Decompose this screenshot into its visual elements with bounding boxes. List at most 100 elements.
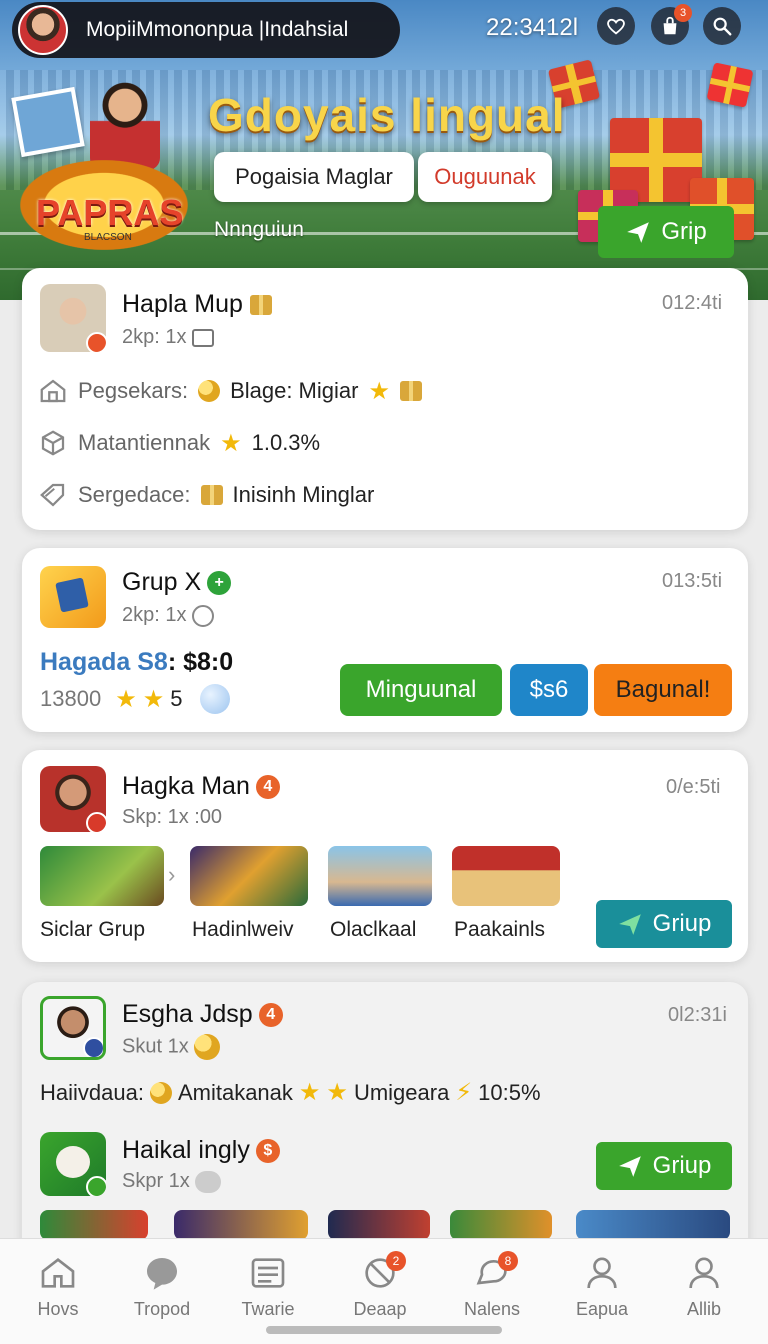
nav-item-list[interactable]: Twarie xyxy=(220,1253,316,1320)
info-row: Haiivdaua: Amitakanak ★ ★ Umigeara ⚡ 10:5… xyxy=(40,1078,541,1107)
count-value: 13800 xyxy=(40,686,102,711)
bagunal-button[interactable]: Bagunal! xyxy=(594,664,732,716)
game-tile-image[interactable] xyxy=(174,1210,308,1240)
send-icon xyxy=(618,1156,641,1177)
game-tile-image[interactable] xyxy=(40,846,164,906)
hijab-woman-avatar xyxy=(40,284,106,352)
segment-right-button[interactable]: Ouguunak xyxy=(418,152,552,202)
gift-box-icon xyxy=(706,62,754,108)
photo-card-image xyxy=(11,86,85,158)
info-row: Matantiennak ★ 1.0.3% xyxy=(38,428,320,458)
heart-button[interactable] xyxy=(597,7,635,45)
card-time: 0/e:5ti xyxy=(666,776,721,798)
info-label: Matantiennak xyxy=(78,430,211,455)
card4-griup-button[interactable]: Griup xyxy=(596,1142,732,1190)
home-indicator[interactable] xyxy=(266,1326,502,1334)
price-button[interactable]: $s6 xyxy=(510,664,588,716)
heart-icon xyxy=(607,18,625,35)
game-cube-icon xyxy=(55,577,89,613)
nav-item-deals[interactable]: 2 Deaap xyxy=(332,1251,428,1320)
treasure-box-icon xyxy=(399,381,422,401)
status-icon xyxy=(86,1176,106,1196)
game-tile-image[interactable] xyxy=(190,846,308,906)
nav-item-account[interactable]: Allib xyxy=(656,1253,752,1320)
search-icon xyxy=(713,17,732,36)
card-time: 0l2:31i xyxy=(668,1004,727,1026)
minguunal-button[interactable]: Minguunal xyxy=(340,664,502,716)
info-row: Sergedace: Inisinh Minglar xyxy=(38,480,374,510)
card-subtitle: 2kp: 1x xyxy=(122,604,215,627)
segment-left-button[interactable]: Pogaisia Maglar xyxy=(214,152,414,202)
card4-griup-label: Griup xyxy=(652,1152,712,1179)
chat-bubble-icon xyxy=(147,1258,177,1290)
nav-item-home[interactable]: Hovs xyxy=(10,1253,106,1320)
card-title-text: Esgha Jdsp xyxy=(122,1000,253,1028)
card-title: Esgha Jdsp 4 xyxy=(122,1000,283,1029)
cart-button[interactable]: 3 xyxy=(651,4,692,45)
banner-title: Gdoyais lingual xyxy=(208,89,566,141)
pet-game-thumbnail xyxy=(40,1132,106,1196)
pet-face-icon xyxy=(56,1146,90,1178)
user-name: MopiiMmononpua |Indahsial xyxy=(86,18,349,41)
banner-grip-label: Grip xyxy=(661,218,707,245)
list-icon xyxy=(251,1258,285,1288)
card-subtitle: Skpr 1x xyxy=(122,1170,222,1193)
banner-grip-button[interactable]: Grip xyxy=(598,206,734,258)
add-icon: + xyxy=(207,571,232,596)
clock: 22:3412l xyxy=(486,14,579,41)
chevron-right-icon: › xyxy=(168,862,176,887)
kid-character-image xyxy=(90,80,160,170)
card-subtitle: 2kp: 1x xyxy=(122,326,215,349)
level-badge: 4 xyxy=(258,1003,283,1028)
home-outline-icon xyxy=(40,379,66,403)
card-title: Haikal ingly $ xyxy=(122,1136,280,1165)
search-button[interactable] xyxy=(703,7,741,45)
status-icon xyxy=(86,332,106,352)
status-icon xyxy=(83,1037,103,1057)
person-icon xyxy=(689,1257,719,1289)
nav-item-chat[interactable]: Tropod xyxy=(114,1253,210,1320)
send-icon xyxy=(618,914,641,935)
nav-item-profile[interactable]: Eapua xyxy=(554,1253,650,1320)
man-avatar xyxy=(40,766,106,832)
game-tile-image[interactable] xyxy=(40,1210,148,1240)
treasure-box-icon xyxy=(249,295,272,316)
nav-label: Twarie xyxy=(241,1299,295,1319)
tag-icon xyxy=(195,1170,222,1193)
game-tile-image[interactable] xyxy=(450,1210,552,1240)
cube-game-thumbnail xyxy=(40,566,106,628)
coin-icon xyxy=(149,1081,172,1104)
game-tile-image[interactable] xyxy=(576,1210,730,1240)
info-row: Pegsekars: Blage: Migiar ★ xyxy=(38,376,422,406)
card-subtitle-text: Skpr 1x xyxy=(122,1170,190,1192)
card3-griup-button[interactable]: Griup xyxy=(596,900,732,948)
nav-item-messages[interactable]: 8 Nalens xyxy=(444,1251,540,1320)
tile-label: Paakainls xyxy=(454,918,546,941)
info-value: 1.0.3% xyxy=(251,430,321,455)
nav-label: Hovs xyxy=(37,1299,79,1319)
game-tile-image[interactable] xyxy=(328,1210,430,1240)
star-icon: ★ xyxy=(326,1079,348,1106)
card-time: 012:4ti xyxy=(662,292,723,314)
info-label: Haiivdaua: xyxy=(40,1079,144,1105)
info-value: Blage: Migiar xyxy=(230,378,359,403)
game-tile-image[interactable] xyxy=(452,846,560,906)
info-label: Pegsekars: xyxy=(78,378,189,403)
card-subtitle-text: 2kp: 1x xyxy=(122,604,187,626)
card-title-text: Hagka Man xyxy=(122,772,250,800)
record-icon xyxy=(86,812,106,832)
avatar[interactable] xyxy=(18,5,68,55)
user-profile-pill[interactable]: MopiiMmononpua |Indahsial xyxy=(12,2,400,58)
nav-label: Eapua xyxy=(575,1299,629,1319)
card-subtitle-text: 2kp: 1x xyxy=(122,326,187,348)
card-title: Grup X + xyxy=(122,568,232,597)
card-title-text: Grup X xyxy=(122,568,202,596)
game-tile-image[interactable] xyxy=(328,846,432,906)
star-icon: ★ xyxy=(115,685,137,713)
card-title-text: Haikal ingly xyxy=(122,1136,250,1164)
nav-label: Deaap xyxy=(353,1299,407,1319)
card3-griup-label: Griup xyxy=(652,910,712,937)
info-value: Umigeara xyxy=(353,1079,450,1105)
price-label: Hagada S8 xyxy=(40,648,168,676)
tile-label: Hadinlweiv xyxy=(192,918,294,941)
